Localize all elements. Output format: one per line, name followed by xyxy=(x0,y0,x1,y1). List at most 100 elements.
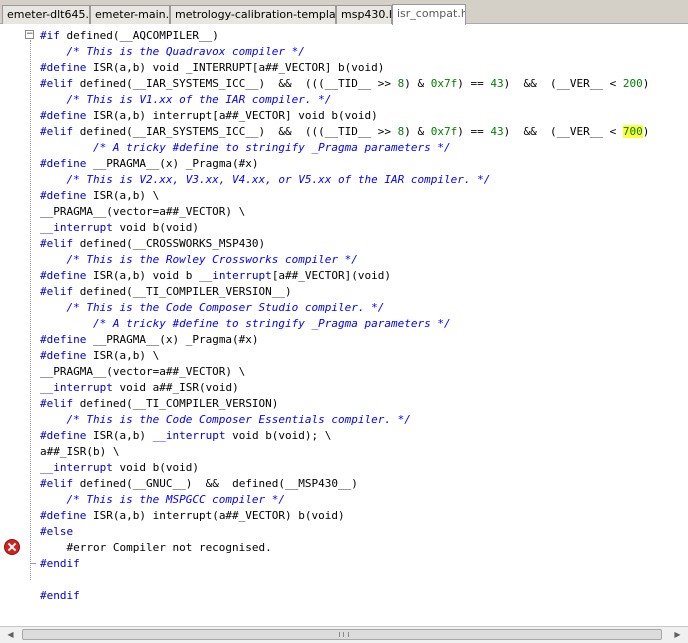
code-token: #if xyxy=(40,29,67,42)
code-token: ) & xyxy=(404,125,431,138)
code-token: ) && (__VER__ < xyxy=(503,125,623,138)
horizontal-scrollbar[interactable]: ◀ ▶ xyxy=(0,626,688,643)
code-line[interactable]: #define __PRAGMA__(x) _Pragma(#x) xyxy=(40,332,649,348)
highlighted-token: 700 xyxy=(622,125,643,138)
code-line[interactable]: #define __PRAGMA__(x) _Pragma(#x) xyxy=(40,156,649,172)
code-line[interactable]: #endif xyxy=(40,556,649,572)
code-token: 0x7f xyxy=(430,77,458,90)
tab-emeter-dlt645[interactable]: emeter-dlt645.c xyxy=(2,5,90,24)
code-token: ISR(a,b) interrupt(a##_VECTOR) b(void) xyxy=(92,509,345,522)
code-token: ) == xyxy=(457,77,491,90)
tab-bar: emeter-dlt645.c emeter-main.c metrology-… xyxy=(0,0,688,25)
code-token: #define xyxy=(40,333,93,346)
code-token: ISR(a,b) void _INTERRUPT[a##_VECTOR] b(v… xyxy=(92,61,385,74)
code-token: a##_ISR(b) \ xyxy=(40,445,120,458)
code-line[interactable]: #define ISR(a,b) __interrupt void b(void… xyxy=(40,428,649,444)
code-token: __interrupt xyxy=(40,461,113,474)
code-line[interactable]: #error Compiler not recognised. xyxy=(40,540,649,556)
code-line[interactable]: /* A tricky #define to stringify _Pragma… xyxy=(40,140,649,156)
code-token: 43 xyxy=(490,125,504,138)
code-line[interactable] xyxy=(40,572,649,588)
code-token: ISR(a,b) xyxy=(92,429,153,442)
code-token: #define xyxy=(40,109,93,122)
code-line[interactable]: #define ISR(a,b) interrupt[a##_VECTOR] v… xyxy=(40,108,649,124)
code-editor[interactable]: − #if defined(__AQCOMPILER__) /* This is… xyxy=(0,24,688,626)
code-line[interactable]: __PRAGMA__(vector=a##_VECTOR) \ xyxy=(40,204,649,220)
code-line[interactable]: #define ISR(a,b) \ xyxy=(40,188,649,204)
code-line[interactable]: /* This is the Rowley Crossworks compile… xyxy=(40,252,649,268)
fold-collapse-icon[interactable]: − xyxy=(25,30,34,39)
code-line[interactable]: a##_ISR(b) \ xyxy=(40,444,649,460)
code-token: defined(__AQCOMPILER__) xyxy=(66,29,219,42)
tab-isr-compat[interactable]: isr_compat.h xyxy=(392,4,466,25)
code-token: defined(__TI_COMPILER_VERSION) xyxy=(79,397,279,410)
scroll-right-button[interactable]: ▶ xyxy=(669,627,686,643)
code-token: #define xyxy=(40,429,93,442)
code-token: #elif xyxy=(40,77,80,90)
scroll-left-button[interactable]: ◀ xyxy=(2,627,19,643)
code-token: [a##_VECTOR](void) xyxy=(271,269,392,282)
code-token: __PRAGMA__(x) _Pragma(#x) xyxy=(92,333,259,346)
tab-emeter-main[interactable]: emeter-main.c xyxy=(90,5,170,24)
code-line[interactable]: /* This is the Quadravox compiler */ xyxy=(40,44,649,60)
code-token: /* This is V1.xx of the IAR compiler. */ xyxy=(40,93,332,106)
code-token: ISR(a,b) void b xyxy=(92,269,199,282)
code-line[interactable]: #elif defined(__CROSSWORKS_MSP430) xyxy=(40,236,649,252)
code-line[interactable]: #define ISR(a,b) void _INTERRUPT[a##_VEC… xyxy=(40,60,649,76)
code-line[interactable]: /* This is V1.xx of the IAR compiler. */ xyxy=(40,92,649,108)
code-token: /* This is the Quadravox compiler */ xyxy=(40,45,305,58)
code-line[interactable]: #if defined(__AQCOMPILER__) xyxy=(40,28,649,44)
code-token: #error Compiler not recognised. xyxy=(40,541,272,554)
code-line[interactable]: #define ISR(a,b) void b __interrupt[a##_… xyxy=(40,268,649,284)
code-token: #define xyxy=(40,61,93,74)
code-token: ) xyxy=(642,125,650,138)
code-token: __interrupt xyxy=(40,381,113,394)
tab-msp430[interactable]: msp430.h xyxy=(336,5,392,24)
tab-metrology-calibration-template[interactable]: metrology-calibration-template.h xyxy=(170,5,336,24)
scrollbar-thumb[interactable] xyxy=(22,629,662,640)
code-line[interactable]: __interrupt void b(void) xyxy=(40,460,649,476)
code-line[interactable]: /* A tricky #define to stringify _Pragma… xyxy=(40,316,649,332)
code-token: #elif xyxy=(40,397,80,410)
code-line[interactable]: #elif defined(__IAR_SYSTEMS_ICC__) && ((… xyxy=(40,76,649,92)
code-line[interactable]: __interrupt void a##_ISR(void) xyxy=(40,380,649,396)
code-line[interactable]: #elif defined(__GNUC__) && defined(__MSP… xyxy=(40,476,649,492)
code-token: #endif xyxy=(40,589,80,602)
code-line[interactable]: /* This is the MSPGCC compiler */ xyxy=(40,492,649,508)
code-token: defined(__IAR_SYSTEMS_ICC__) && (((__TID… xyxy=(79,125,398,138)
code-token: void b(void); \ xyxy=(225,429,332,442)
code-line[interactable]: #elif defined(__TI_COMPILER_VERSION) xyxy=(40,396,649,412)
code-line[interactable]: #endif xyxy=(40,588,649,604)
code-token: ) xyxy=(642,77,650,90)
code-token: 0x7f xyxy=(430,125,458,138)
code-line[interactable]: #define ISR(a,b) \ xyxy=(40,348,649,364)
code-line[interactable]: __interrupt void b(void) xyxy=(40,220,649,236)
code-token: 43 xyxy=(490,77,504,90)
code-token: /* This is V2.xx, V3.xx, V4.xx, or V5.xx… xyxy=(40,173,491,186)
code-token: /* This is the Code Composer Essentials … xyxy=(40,413,411,426)
error-icon[interactable] xyxy=(4,539,20,555)
code-token: /* This is the MSPGCC compiler */ xyxy=(40,493,286,506)
code-token: #elif xyxy=(40,285,80,298)
code-line[interactable]: /* This is the Code Composer Essentials … xyxy=(40,412,649,428)
code-line[interactable]: /* This is the Code Composer Studio comp… xyxy=(40,300,649,316)
fold-end-marker xyxy=(30,563,36,564)
code-token: __interrupt xyxy=(152,429,226,442)
code-token: __interrupt xyxy=(198,269,272,282)
code-line[interactable]: #define ISR(a,b) interrupt(a##_VECTOR) b… xyxy=(40,508,649,524)
code-line[interactable]: #elif defined(__TI_COMPILER_VERSION__) xyxy=(40,284,649,300)
code-token: #endif xyxy=(40,557,80,570)
scrollbar-grip-icon xyxy=(339,632,349,637)
code-line[interactable]: __PRAGMA__(vector=a##_VECTOR) \ xyxy=(40,364,649,380)
code-line[interactable]: /* This is V2.xx, V3.xx, V4.xx, or V5.xx… xyxy=(40,172,649,188)
code-line[interactable]: #elif defined(__IAR_SYSTEMS_ICC__) && ((… xyxy=(40,124,649,140)
code-token: defined(__TI_COMPILER_VERSION__) xyxy=(79,285,292,298)
code-token: /* A tricky #define to stringify _Pragma… xyxy=(40,317,451,330)
code-line[interactable]: #else xyxy=(40,524,649,540)
editor-gutter xyxy=(0,24,22,626)
code-token: /* This is the Rowley Crossworks compile… xyxy=(40,253,358,266)
code-token: ISR(a,b) \ xyxy=(92,349,160,362)
code-token: ) && (__VER__ < xyxy=(503,77,623,90)
code-token: void b(void) xyxy=(112,461,199,474)
code-text[interactable]: #if defined(__AQCOMPILER__) /* This is t… xyxy=(40,28,649,604)
